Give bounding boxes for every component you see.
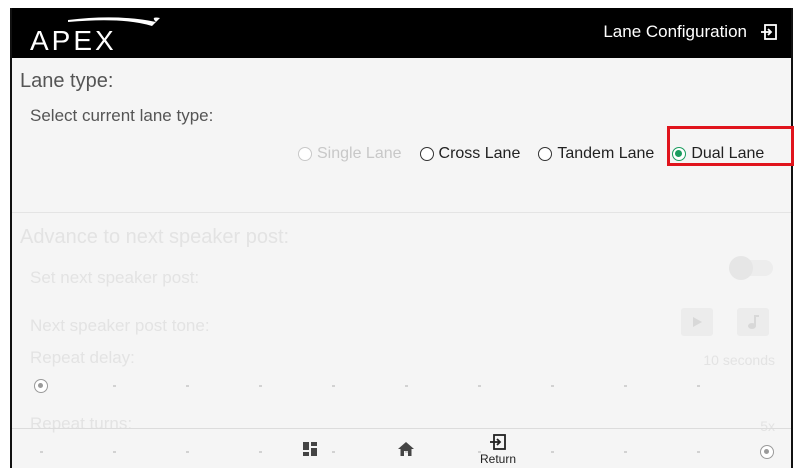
set-next-label: Set next speaker post: (30, 268, 200, 287)
page-title: Lane Configuration (603, 22, 747, 41)
slider-track (40, 385, 768, 387)
home-button[interactable] (397, 441, 415, 457)
advance-heading: Advance to next speaker post: (20, 226, 290, 248)
play-tone-button[interactable] (681, 308, 713, 336)
repeat-delay-value: 10 seconds (703, 352, 775, 368)
music-note-icon (748, 315, 759, 329)
dashboard-icon (303, 442, 317, 456)
content-area: Lane type: Select current lane type: Sin… (12, 58, 791, 459)
lane-select-label: Select current lane type: (30, 106, 214, 125)
exit-icon[interactable] (759, 22, 779, 42)
return-label: Return (480, 452, 517, 466)
repeat-delay-label: Repeat delay: (30, 348, 135, 367)
radio-label: Tandem Lane (557, 145, 655, 162)
radio-indicator (298, 147, 312, 161)
radio-single-lane: Single Lane (298, 145, 402, 163)
radio-cross-lane[interactable]: Cross Lane (419, 145, 521, 163)
dashboard-button[interactable] (302, 441, 318, 457)
return-button[interactable]: Return (480, 433, 516, 466)
radio-label: Single Lane (317, 145, 402, 162)
bottom-nav: Return (12, 429, 791, 468)
lane-type-heading: Lane type: (20, 70, 114, 92)
radio-indicator (538, 147, 553, 161)
slider-thumb[interactable] (34, 379, 48, 393)
set-next-toggle[interactable] (729, 256, 773, 280)
toggle-knob (729, 256, 753, 280)
top-bar: APEX Lane Configuration (12, 8, 791, 58)
radio-label: Cross Lane (438, 145, 521, 162)
tone-label: Next speaker post tone: (30, 316, 210, 335)
radio-indicator (419, 147, 434, 161)
home-icon (398, 442, 414, 456)
section-divider (12, 212, 791, 213)
selection-highlight (667, 126, 794, 166)
svg-text:APEX: APEX (30, 25, 117, 56)
choose-tone-button[interactable] (737, 308, 769, 336)
radio-tandem-lane[interactable]: Tandem Lane (538, 145, 654, 163)
app-window: APEX Lane Configuration Lane type: Selec… (10, 8, 794, 468)
repeat-delay-slider[interactable] (34, 376, 774, 396)
play-icon (693, 317, 702, 327)
return-icon (490, 434, 506, 450)
apex-logo: APEX (30, 17, 160, 56)
